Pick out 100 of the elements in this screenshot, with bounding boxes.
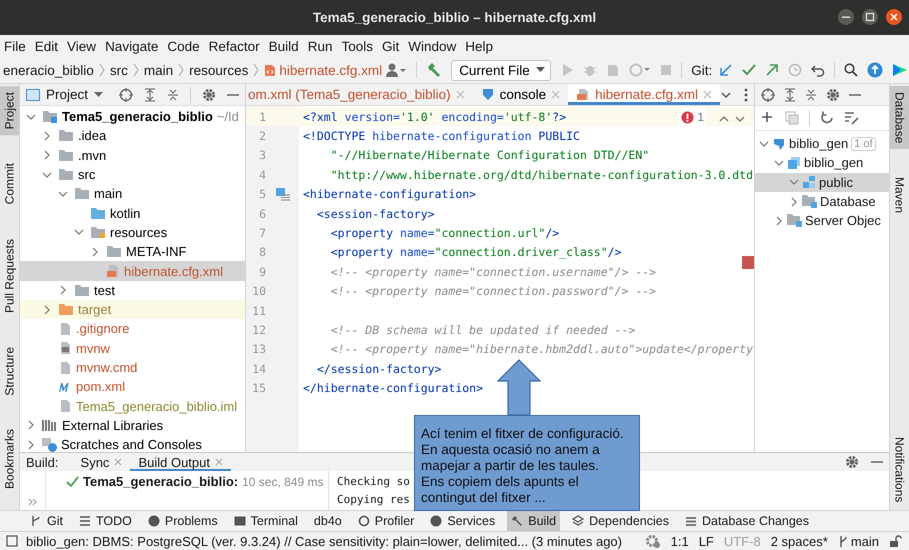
- chevron-icon[interactable]: [789, 177, 799, 188]
- menu-item[interactable]: File: [4, 38, 26, 54]
- menu-item[interactable]: Git: [382, 38, 400, 54]
- tree-item[interactable]: Server Objec: [755, 211, 889, 230]
- tree-item[interactable]: .gitignore: [20, 319, 245, 339]
- chevron-icon[interactable]: [26, 112, 36, 122]
- upload-icon[interactable]: [867, 62, 884, 78]
- tool-window-button[interactable]: Git: [26, 511, 67, 531]
- tool-window-tab[interactable]: Pull Requests: [0, 232, 19, 319]
- indent-setting[interactable]: 2 spaces*: [770, 534, 828, 548]
- chevron-icon[interactable]: [26, 420, 36, 430]
- close-button[interactable]: [885, 8, 903, 26]
- settings-icon[interactable]: [845, 455, 859, 469]
- tool-window-button[interactable]: Database Changes: [680, 511, 814, 531]
- hammer-icon[interactable]: [426, 62, 442, 78]
- chevron-icon[interactable]: [42, 304, 52, 315]
- git-branch[interactable]: main: [838, 534, 879, 548]
- tool-window-tab[interactable]: Structure: [0, 340, 19, 402]
- tree-item[interactable]: resources: [20, 222, 245, 242]
- chevron-icon[interactable]: [42, 130, 52, 141]
- chevron-icon[interactable]: [42, 150, 52, 160]
- chevron-icon[interactable]: [720, 90, 732, 100]
- tree-item[interactable]: Database: [755, 192, 889, 212]
- tree-item[interactable]: test: [20, 280, 245, 300]
- line-separator[interactable]: LF: [698, 534, 714, 548]
- breadcrumb[interactable]: eneracio_biblio: [0, 62, 97, 78]
- refresh-icon[interactable]: [820, 111, 834, 125]
- editor-tab[interactable]: om.xml (Tema5_generacio_biblio): [246, 84, 473, 105]
- menu-item[interactable]: Tools: [341, 38, 373, 54]
- menu-item[interactable]: Edit: [34, 38, 58, 54]
- tree-item[interactable]: mvnw.cmd: [20, 358, 245, 378]
- arrow-icon[interactable]: [719, 63, 734, 77]
- tree-item[interactable]: .idea: [20, 126, 245, 146]
- chevron-icon[interactable]: [74, 227, 84, 238]
- chevron-icon[interactable]: [58, 285, 68, 296]
- lock-icon[interactable]: [889, 534, 903, 548]
- chevron-icon[interactable]: [774, 158, 784, 168]
- menu-item[interactable]: Code: [167, 38, 200, 54]
- tool-window-tab[interactable]: Commit: [0, 157, 19, 211]
- tool-window-button[interactable]: Build: [507, 511, 560, 531]
- tree-item[interactable]: main: [20, 184, 245, 204]
- menu-item[interactable]: Build: [268, 38, 299, 54]
- tool-window-button[interactable]: TODO: [74, 511, 136, 531]
- tree-item[interactable]: target: [20, 300, 245, 320]
- run-configuration-dropdown[interactable]: Current File: [451, 60, 552, 80]
- menu-item[interactable]: Navigate: [105, 38, 158, 54]
- breadcrumb[interactable]: hibernate.cfg.xml: [276, 62, 386, 78]
- tree-item[interactable]: biblio_gen 1 of: [755, 134, 889, 154]
- user-icon[interactable]: [385, 62, 408, 78]
- more-icon[interactable]: [744, 88, 748, 102]
- chevron-icon[interactable]: [58, 188, 68, 199]
- breadcrumb[interactable]: resources: [186, 62, 252, 78]
- tree-item[interactable]: .mvn: [20, 146, 245, 165]
- tool-window-tab[interactable]: Notifications: [890, 430, 909, 508]
- tree-item[interactable]: Scratches and Consoles: [20, 435, 245, 452]
- tree-item[interactable]: kotlin: [20, 203, 245, 223]
- double-chevron-icon[interactable]: [28, 498, 38, 506]
- breadcrumb[interactable]: main: [140, 62, 176, 78]
- settings-icon[interactable]: [826, 88, 840, 102]
- tree-item[interactable]: public: [755, 172, 889, 192]
- tool-window-button[interactable]: Services: [426, 511, 500, 531]
- undo-icon[interactable]: [811, 63, 826, 77]
- tree-item[interactable]: biblio_gen: [755, 153, 889, 173]
- chevron-icon[interactable]: [789, 196, 799, 207]
- tool-window-tab[interactable]: Bookmarks: [0, 423, 19, 496]
- tool-window-tab[interactable]: Project: [0, 86, 19, 136]
- expand-all-icon[interactable]: [784, 88, 796, 102]
- settings-icon[interactable]: [202, 88, 216, 102]
- tool-window-button[interactable]: Profiler: [354, 511, 418, 531]
- tree-item[interactable]: Tema5_generacio_biblio.iml: [20, 396, 245, 416]
- collapse-all-icon[interactable]: [805, 88, 817, 102]
- panel-tab[interactable]: Build Output: [130, 453, 231, 471]
- chevron-icon[interactable]: [90, 246, 100, 257]
- menu-item[interactable]: Run: [308, 38, 332, 54]
- search-icon[interactable]: [844, 63, 858, 77]
- editor-tab[interactable]: hibernate.cfg.xml: [568, 84, 720, 105]
- error-marker[interactable]: [742, 256, 754, 269]
- panel-tab[interactable]: Sync: [72, 453, 130, 471]
- square-icon[interactable]: [6, 535, 18, 547]
- chevron-icon[interactable]: [42, 170, 52, 180]
- plus-icon[interactable]: [761, 111, 775, 125]
- tool-window-tab[interactable]: Maven: [890, 171, 909, 220]
- tool-window-button[interactable]: Dependencies: [568, 511, 673, 531]
- breadcrumb[interactable]: src: [106, 62, 131, 78]
- tool-window-button[interactable]: Terminal: [230, 511, 302, 531]
- arrow-icon[interactable]: [765, 63, 780, 77]
- tree-item[interactable]: Tema5_generacio_biblio ~/Id: [20, 107, 245, 126]
- wrench-icon[interactable]: [844, 111, 860, 125]
- expand-all-icon[interactable]: [144, 88, 156, 102]
- menu-item[interactable]: Refactor: [208, 38, 260, 54]
- menu-item[interactable]: Window: [408, 38, 456, 54]
- tool-window-tab[interactable]: Database: [890, 86, 909, 150]
- chevron-icon[interactable]: [26, 440, 36, 450]
- tree-item[interactable]: META-INF: [20, 242, 245, 262]
- tool-window-button[interactable]: db4o: [310, 511, 346, 531]
- tree-item[interactable]: mvnw: [20, 338, 245, 358]
- minimize-button[interactable]: [837, 8, 855, 26]
- editor-tab[interactable]: console: [472, 84, 568, 105]
- panel-title-dropdown[interactable]: Project: [46, 87, 88, 102]
- crosshair-icon[interactable]: [761, 88, 775, 102]
